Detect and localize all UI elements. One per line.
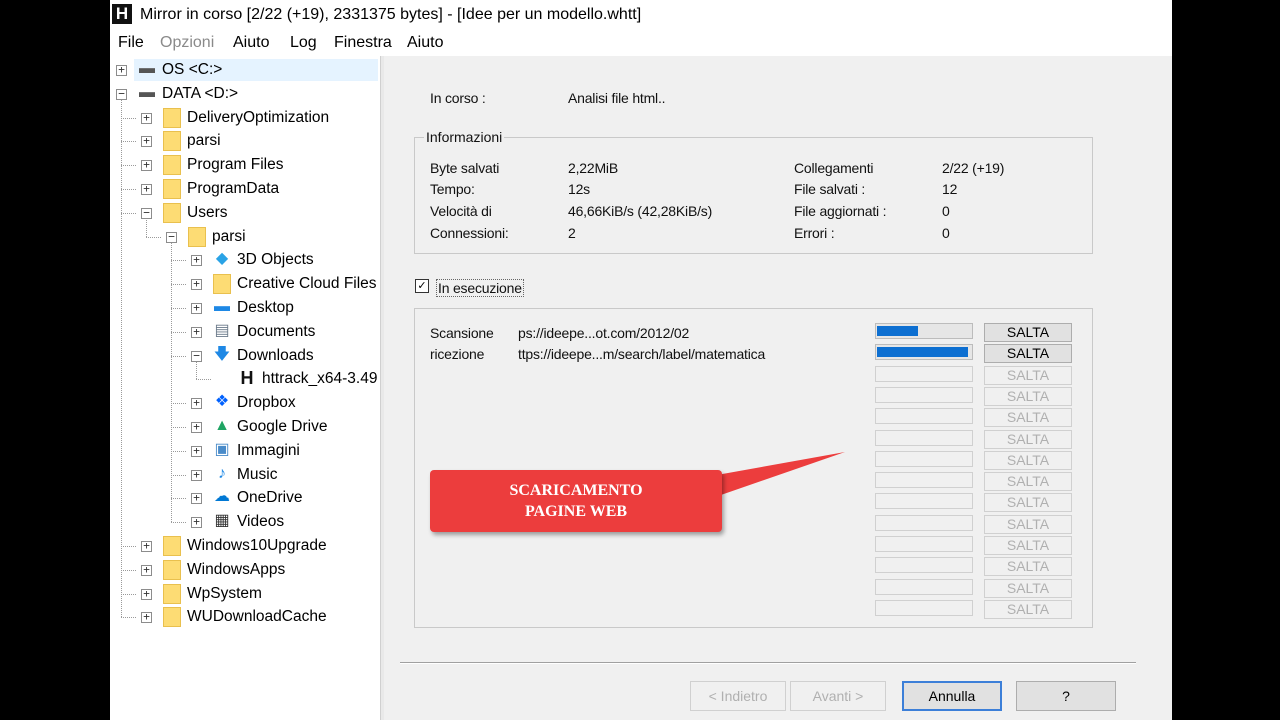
annotation-callout: SCARICAMENTO PAGINE WEB [430,470,722,532]
callout-text: SCARICAMENTO PAGINE WEB [509,482,643,520]
callout-pointer [700,452,845,496]
